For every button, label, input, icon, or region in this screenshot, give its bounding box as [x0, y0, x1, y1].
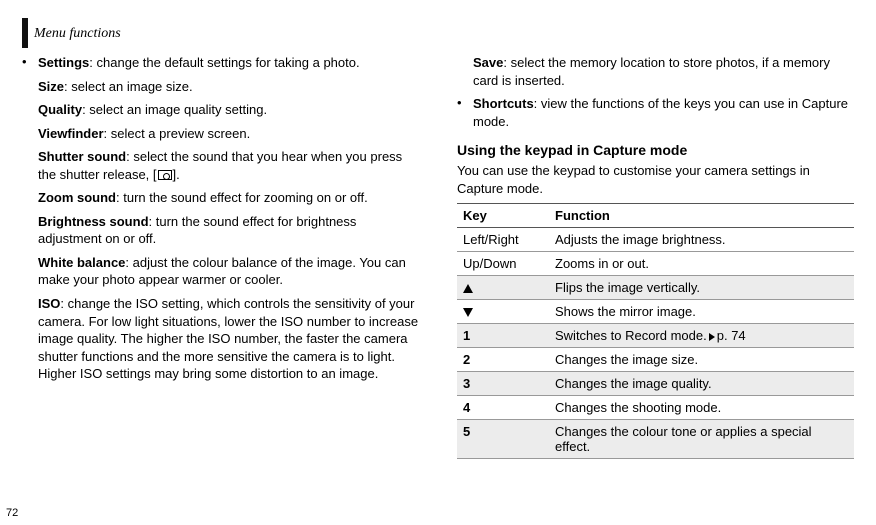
cell-fn: Changes the image quality.	[549, 372, 854, 396]
settings-line: Settings: change the default settings fo…	[38, 54, 419, 72]
sub-zoom-desc: : turn the sound effect for zooming on o…	[116, 190, 368, 205]
bullet-content: Shortcuts: view the functions of the key…	[473, 95, 854, 136]
camera-icon	[158, 170, 172, 180]
sub-save-label: Save	[473, 55, 503, 70]
sub-quality: Quality: select an image quality setting…	[38, 101, 419, 119]
triangle-down-icon	[463, 308, 473, 317]
sub-iso-label: ISO	[38, 296, 60, 311]
settings-label: Settings	[38, 55, 89, 70]
left-column: • Settings: change the default settings …	[22, 54, 419, 459]
sub-shutter-sound: Shutter sound: select the sound that you…	[38, 148, 419, 183]
sub-viewfinder: Viewfinder: select a preview screen.	[38, 125, 419, 143]
sub-viewfinder-desc: : select a preview screen.	[104, 126, 251, 141]
bullet-icon: •	[22, 54, 38, 78]
table-row: 2Changes the image size.	[457, 348, 854, 372]
cell-fn: Changes the image size.	[549, 348, 854, 372]
cell-key: Left/Right	[457, 228, 549, 252]
sub-iso-desc: : change the ISO setting, which controls…	[38, 296, 418, 381]
table-row: 1 Switches to Record mode. p. 74	[457, 324, 854, 348]
sub-white-balance: White balance: adjust the colour balance…	[38, 254, 419, 289]
table-row: Up/DownZooms in or out.	[457, 252, 854, 276]
sub-size-desc: : select an image size.	[64, 79, 193, 94]
cell-key: 2	[457, 348, 549, 372]
sub-size: Size: select an image size.	[38, 78, 419, 96]
sub-size-label: Size	[38, 79, 64, 94]
cell-fn: Switches to Record mode. p. 74	[549, 324, 854, 348]
sub-quality-label: Quality	[38, 102, 82, 117]
subsection-intro: You can use the keypad to customise your…	[457, 162, 854, 197]
th-function: Function	[549, 204, 854, 228]
cell-fn: Changes the colour tone or applies a spe…	[549, 420, 854, 459]
table-row: Shows the mirror image.	[457, 300, 854, 324]
cell-key: 3	[457, 372, 549, 396]
table-row: 3Changes the image quality.	[457, 372, 854, 396]
table-body: Left/RightAdjusts the image brightness. …	[457, 228, 854, 459]
bullet-content: Settings: change the default settings fo…	[38, 54, 419, 78]
cell-fn: Changes the shooting mode.	[549, 396, 854, 420]
sub-brightness-sound: Brightness sound: turn the sound effect …	[38, 213, 419, 248]
shortcuts-line: Shortcuts: view the functions of the key…	[473, 95, 854, 130]
cell-key	[457, 276, 549, 300]
cell-key: 4	[457, 396, 549, 420]
right-column: Save: select the memory location to stor…	[457, 54, 854, 459]
table-header-row: Key Function	[457, 204, 854, 228]
sub-save-desc: : select the memory location to store ph…	[473, 55, 830, 88]
cell-fn: Zooms in or out.	[549, 252, 854, 276]
bullet-shortcuts: • Shortcuts: view the functions of the k…	[457, 95, 854, 136]
sub-shutter-after: ].	[173, 167, 180, 182]
cell-key	[457, 300, 549, 324]
two-column-layout: • Settings: change the default settings …	[22, 54, 854, 459]
page: Menu functions • Settings: change the de…	[0, 0, 876, 525]
bullet-settings: • Settings: change the default settings …	[22, 54, 419, 78]
cell-fn-text: Switches to Record mode.	[555, 328, 707, 343]
page-number: 72	[6, 507, 18, 519]
sub-zoom-label: Zoom sound	[38, 190, 116, 205]
sub-wb-label: White balance	[38, 255, 125, 270]
cell-key: 1	[457, 324, 549, 348]
table-row: 5Changes the colour tone or applies a sp…	[457, 420, 854, 459]
th-key: Key	[457, 204, 549, 228]
settings-sub-items: Size: select an image size. Quality: sel…	[38, 78, 419, 383]
save-block: Save: select the memory location to stor…	[473, 54, 854, 89]
sub-shutter-label: Shutter sound	[38, 149, 126, 164]
header-accent-bar	[22, 18, 28, 48]
cell-fn: Adjusts the image brightness.	[549, 228, 854, 252]
cell-fn: Shows the mirror image.	[549, 300, 854, 324]
page-header: Menu functions	[22, 18, 854, 48]
cell-fn: Flips the image vertically.	[549, 276, 854, 300]
sub-zoom-sound: Zoom sound: turn the sound effect for zo…	[38, 189, 419, 207]
page-ref: p. 74	[717, 328, 746, 343]
sub-iso: ISO: change the ISO setting, which contr…	[38, 295, 419, 383]
triangle-up-icon	[463, 284, 473, 293]
sub-viewfinder-label: Viewfinder	[38, 126, 104, 141]
cell-key: Up/Down	[457, 252, 549, 276]
table-row: Left/RightAdjusts the image brightness.	[457, 228, 854, 252]
cell-key: 5	[457, 420, 549, 459]
triangle-right-icon	[709, 333, 715, 341]
sub-brightness-label: Brightness sound	[38, 214, 149, 229]
sub-save: Save: select the memory location to stor…	[473, 54, 854, 89]
settings-desc: : change the default settings for taking…	[89, 55, 359, 70]
shortcuts-label: Shortcuts	[473, 96, 534, 111]
keypad-table: Key Function Left/RightAdjusts the image…	[457, 203, 854, 459]
bullet-icon: •	[457, 95, 473, 136]
sub-quality-desc: : select an image quality setting.	[82, 102, 267, 117]
table-row: 4Changes the shooting mode.	[457, 396, 854, 420]
table-row: Flips the image vertically.	[457, 276, 854, 300]
section-title: Menu functions	[34, 18, 121, 42]
subsection-heading: Using the keypad in Capture mode	[457, 142, 854, 158]
